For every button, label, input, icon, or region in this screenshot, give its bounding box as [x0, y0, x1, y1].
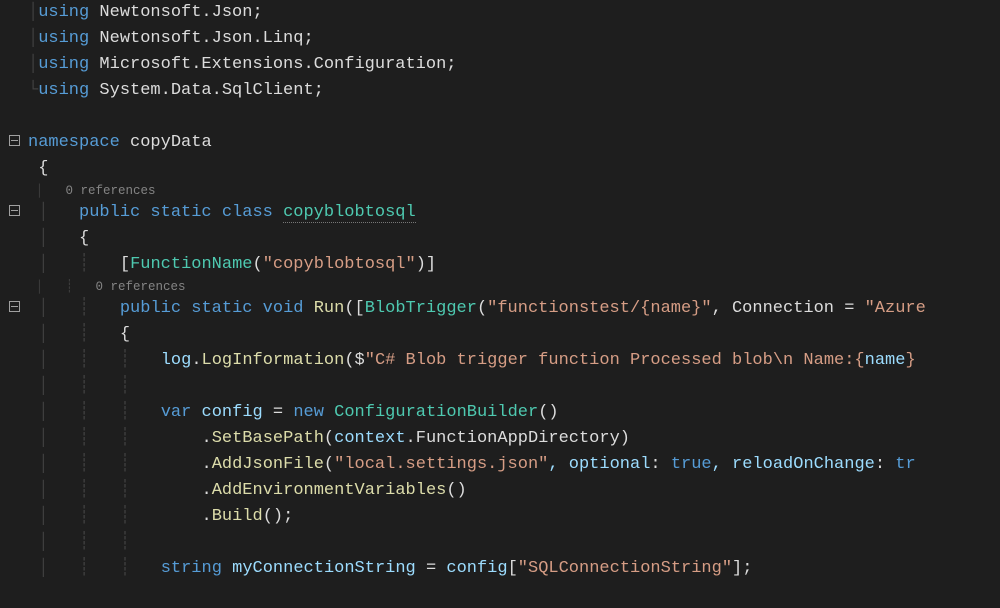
- code-line[interactable]: └using System.Data.SqlClient;: [0, 78, 1000, 104]
- string-literal: "local.settings.json": [334, 455, 548, 474]
- namespace-name: copyData: [120, 133, 212, 152]
- paren: ([: [344, 299, 364, 318]
- keyword-true: true: [671, 455, 712, 474]
- variable: config: [202, 403, 263, 422]
- variable: myConnectionString: [232, 559, 416, 578]
- paren: (): [538, 403, 558, 422]
- code-line[interactable]: │ ┊ ┊ .Build();: [0, 504, 1000, 530]
- brace: {: [79, 229, 89, 248]
- code-line[interactable]: │ ┊ ┊ log.LogInformation($"C# Blob trigg…: [0, 348, 1000, 374]
- keyword-true: tr: [895, 455, 915, 474]
- variable: log: [161, 351, 192, 370]
- attr-bracket: )]: [416, 255, 436, 274]
- method-call: AddEnvironmentVariables: [212, 481, 447, 500]
- gutter[interactable]: [0, 130, 28, 156]
- code-line[interactable]: │ ┊ ┊ string myConnectionString = config…: [0, 556, 1000, 582]
- code-line[interactable]: │ ┊ ┊ .AddJsonFile("local.settings.json"…: [0, 452, 1000, 478]
- keyword-using: using: [38, 3, 89, 22]
- dot: .: [191, 351, 201, 370]
- string-literal: "Azure: [865, 299, 926, 318]
- gutter[interactable]: [0, 200, 28, 226]
- codelens-references[interactable]: │ 0 references: [0, 182, 1000, 200]
- method-call: AddJsonFile: [212, 455, 324, 474]
- keyword-string: string: [161, 559, 222, 578]
- code-line[interactable]: namespace copyData: [0, 130, 1000, 156]
- named-param: , optional: [548, 455, 650, 474]
- code-line[interactable]: {: [0, 156, 1000, 182]
- code-line[interactable]: │ ┊ public static void Run([BlobTrigger(…: [0, 296, 1000, 322]
- type-name: ConfigurationBuilder: [334, 403, 538, 422]
- fold-toggle-icon[interactable]: [9, 135, 20, 146]
- class-name: copyblobtosql: [283, 203, 416, 223]
- code-line[interactable]: │ public static class copyblobtosql: [0, 200, 1000, 226]
- class-modifiers: public static class: [79, 203, 283, 222]
- code-line[interactable]: │ {: [0, 226, 1000, 252]
- string-literal: "C# Blob trigger function Processed blob…: [365, 351, 865, 370]
- method-call: Build: [212, 507, 263, 526]
- method-call: LogInformation: [202, 351, 345, 370]
- gutter[interactable]: [0, 296, 28, 322]
- code-line[interactable]: │ ┊ ┊ .SetBasePath(context.FunctionAppDi…: [0, 426, 1000, 452]
- brace: {: [120, 325, 130, 344]
- paren: (: [477, 299, 487, 318]
- property: FunctionAppDirectory: [416, 429, 620, 448]
- using-target: System.Data.SqlClient;: [89, 81, 324, 100]
- codelens-references[interactable]: │ ┊ 0 references: [0, 278, 1000, 296]
- keyword-using: using: [38, 81, 89, 100]
- code-line[interactable]: │using Newtonsoft.Json;: [0, 0, 1000, 26]
- code-editor[interactable]: │using Newtonsoft.Json; │using Newtonsof…: [0, 0, 1000, 582]
- keyword-using: using: [38, 29, 89, 48]
- keyword-new: new: [293, 403, 324, 422]
- using-target: Microsoft.Extensions.Configuration;: [89, 55, 456, 74]
- code-line[interactable]: │using Newtonsoft.Json.Linq;: [0, 26, 1000, 52]
- code-line[interactable]: │ ┊ {: [0, 322, 1000, 348]
- using-target: Newtonsoft.Json.Linq;: [89, 29, 313, 48]
- string-literal: "SQLConnectionString": [518, 559, 732, 578]
- code-line[interactable]: │ ┊ ┊ var config = new ConfigurationBuil…: [0, 400, 1000, 426]
- string-literal: "functionstest/{name}": [487, 299, 711, 318]
- using-target: Newtonsoft.Json;: [89, 3, 262, 22]
- references-count[interactable]: 0 references: [96, 280, 186, 294]
- paren: ($: [344, 351, 364, 370]
- string-literal: }: [905, 351, 925, 370]
- references-count[interactable]: 0 references: [66, 184, 156, 198]
- named-param: , reloadOnChange: [712, 455, 875, 474]
- attr-bracket: [: [120, 255, 130, 274]
- code-line[interactable]: [0, 104, 1000, 130]
- attribute-name: BlobTrigger: [365, 299, 477, 318]
- code-line[interactable]: │ ┊ ┊ .AddEnvironmentVariables(): [0, 478, 1000, 504]
- keyword-namespace: namespace: [28, 133, 120, 152]
- fold-toggle-icon[interactable]: [9, 205, 20, 216]
- keyword-using: using: [38, 55, 89, 74]
- brace: {: [38, 159, 48, 178]
- attribute-name: FunctionName: [130, 255, 252, 274]
- method-name: Run: [314, 299, 345, 318]
- string-literal: "copyblobtosql": [263, 255, 416, 274]
- param: , Connection =: [712, 299, 865, 318]
- paren: (: [252, 255, 262, 274]
- code-line[interactable]: │using Microsoft.Extensions.Configuratio…: [0, 52, 1000, 78]
- method-call: SetBasePath: [212, 429, 324, 448]
- interpolated-var: name: [865, 351, 906, 370]
- fold-toggle-icon[interactable]: [9, 301, 20, 312]
- method-modifiers: public static void: [120, 299, 314, 318]
- code-line[interactable]: │ ┊ [FunctionName("copyblobtosql")]: [0, 252, 1000, 278]
- code-line[interactable]: │ ┊ ┊: [0, 374, 1000, 400]
- variable: context: [334, 429, 405, 448]
- variable: config: [446, 559, 507, 578]
- keyword-var: var: [161, 403, 192, 422]
- code-line[interactable]: │ ┊ ┊: [0, 530, 1000, 556]
